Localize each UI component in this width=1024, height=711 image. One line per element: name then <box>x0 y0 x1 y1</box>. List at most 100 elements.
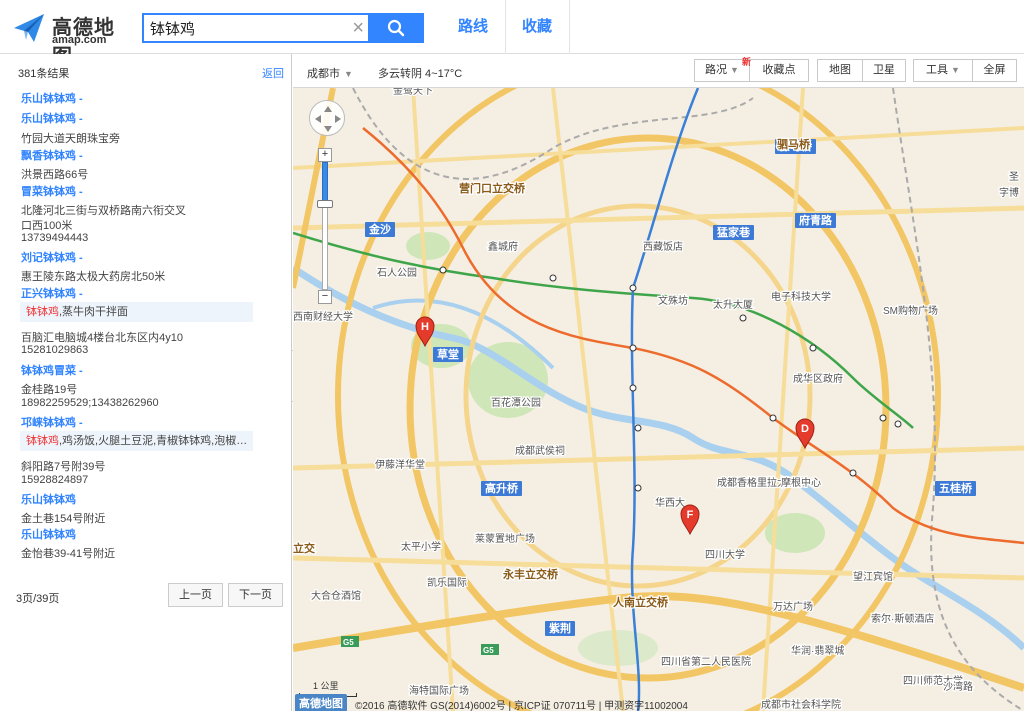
nav-route-link[interactable]: 路线 <box>458 0 488 54</box>
road-label[interactable]: 立交 <box>293 540 316 557</box>
poi-label[interactable]: 太升大厦 <box>712 297 755 313</box>
zoom-in-button[interactable]: + <box>318 148 332 162</box>
prev-page-button[interactable]: 上一页 <box>168 583 223 607</box>
result-tags: 钵钵鸡,蒸牛肉干拌面 <box>20 302 253 322</box>
zoom-out-button[interactable]: − <box>318 290 332 304</box>
metro-station[interactable] <box>629 384 637 392</box>
park-area <box>406 232 450 260</box>
result-title-link[interactable]: 乐山钵钵鸡 <box>21 491 76 507</box>
road-label[interactable]: 人南立交桥 <box>612 594 670 611</box>
district-label[interactable]: 府青路 <box>799 213 833 227</box>
district-label[interactable]: 高升桥 <box>485 481 519 495</box>
city-selector[interactable]: 成都市 ▼ <box>307 65 353 81</box>
poi-label[interactable]: 电子科技大学 <box>770 289 833 305</box>
pan-control[interactable] <box>309 100 345 136</box>
marker-letter: D <box>801 423 809 435</box>
result-title-link[interactable]: 乐山钵钵鸡 <box>21 526 76 542</box>
zoom-slider-handle[interactable] <box>317 200 333 208</box>
metro-station[interactable] <box>634 424 642 432</box>
district-label[interactable]: 猛家巷 <box>716 225 751 239</box>
district-label[interactable]: 五桂桥 <box>939 481 973 495</box>
poi-label[interactable]: 伊藤洋华堂 <box>374 457 427 473</box>
fullscreen-button[interactable]: 全屏 <box>972 59 1017 82</box>
metro-station[interactable] <box>769 414 777 422</box>
map-toolbar: 成都市 ▼ 多云转阴 4~17°C 路况 ▼ 新 收藏点 地图 卫星 工具 ▼ 全屏 <box>293 54 1024 88</box>
result-title-link[interactable]: 乐山钵钵鸡 - <box>21 90 83 106</box>
road-label[interactable]: 营门口立交桥 <box>458 180 527 197</box>
search-input[interactable] <box>144 15 368 41</box>
clear-search-icon[interactable]: × <box>352 17 364 39</box>
district-label[interactable]: 金沙 <box>368 222 391 236</box>
copyright-text: ©2016 高德软件 GS(2014)6002号 | 京ICP证 070711号… <box>355 701 688 711</box>
weather-info: 多云转阴 4~17°C <box>378 68 463 80</box>
result-title-link[interactable]: 邛崃钵钵鸡 - <box>21 414 83 430</box>
results-header: 381条结果 返回 <box>0 54 291 88</box>
poi-label[interactable]: 鑫城府 <box>487 239 520 255</box>
result-title-link[interactable]: 钵钵鸡冒菜 - <box>21 362 83 378</box>
result-title-link[interactable]: 飘香钵钵鸡 - <box>21 147 83 163</box>
poi-label[interactable]: 字博 <box>998 185 1021 201</box>
poi-label[interactable]: 凯乐国际 <box>426 575 469 591</box>
poi-label[interactable]: 四川大学 <box>704 547 747 563</box>
poi-label[interactable]: 石人公园 <box>376 266 419 281</box>
poi-label[interactable]: 四川省第二人民医院 <box>660 654 753 670</box>
poi-label[interactable]: 望江宾馆 <box>852 569 895 585</box>
poi-label[interactable]: 华润·翡翠城 <box>790 643 846 659</box>
marker-letter: F <box>687 509 694 521</box>
poi-label[interactable]: 金鹭天下 <box>392 88 435 98</box>
poi-label[interactable]: 摩根中心 <box>780 475 823 491</box>
metro-station[interactable] <box>634 484 642 492</box>
poi-label[interactable]: 百花潭公园 <box>490 395 543 411</box>
poi-label[interactable]: 太平小学 <box>400 539 443 555</box>
metro-station[interactable] <box>549 274 557 282</box>
road-label[interactable]: 永丰立交桥 <box>501 566 560 583</box>
page-info: 3页/39页 <box>16 593 60 605</box>
next-page-button[interactable]: 下一页 <box>228 583 283 607</box>
poi-label[interactable]: 成都武侯祠 <box>514 443 567 459</box>
metro-station[interactable] <box>809 344 817 352</box>
poi-label[interactable]: SM购物广场 <box>882 303 940 319</box>
map-canvas[interactable]: 金沙草堂高升桥紫荆骡马桥府青路猛家巷五桂桥营门口立交桥永丰立交桥人南立交桥蜀天立… <box>293 88 1024 711</box>
poi-label[interactable]: 圣 <box>1008 170 1021 185</box>
poi-label[interactable]: 文殊坊 <box>657 293 690 309</box>
poi-label[interactable]: 万达广场 <box>772 599 815 615</box>
metro-station[interactable] <box>439 266 447 274</box>
result-title-link[interactable]: 乐山钵钵鸡 - <box>21 110 83 126</box>
amap-logo[interactable]: 高德地图 amap.com <box>12 10 132 68</box>
map-area[interactable]: 成都市 ▼ 多云转阴 4~17°C 路况 ▼ 新 收藏点 地图 卫星 工具 ▼ 全屏 <box>293 54 1024 711</box>
poi-label[interactable]: 西南财经大学 <box>293 309 354 325</box>
metro-station[interactable] <box>849 469 857 477</box>
result-detail-text: 15928824897 <box>21 474 89 486</box>
result-title-link[interactable]: 刘记钵钵鸡 - <box>21 249 83 265</box>
poi-label[interactable]: 成华区政府 <box>792 371 845 387</box>
map-view-button[interactable]: 地图 <box>817 59 863 82</box>
poi-label[interactable]: 莱蒙置地广场 <box>474 531 537 547</box>
district-label[interactable]: 草堂 <box>437 347 459 361</box>
paper-plane-logo-icon <box>14 14 44 42</box>
metro-station[interactable] <box>879 414 887 422</box>
app: 高德地图 amap.com × 路线 收藏 381条结果 返回 乐山钵钵鸡 - 乐… <box>0 0 1024 711</box>
metro-station[interactable] <box>629 344 637 352</box>
poi-label[interactable]: 西藏饭店 <box>642 239 685 255</box>
poi-label[interactable]: 沙湾路 <box>942 679 975 695</box>
search-button[interactable] <box>368 13 424 43</box>
poi-label[interactable]: 索尔·斯顿酒店 <box>870 611 936 627</box>
metro-station[interactable] <box>739 314 747 322</box>
result-title-link[interactable]: 冒菜钵钵鸡 - <box>21 183 83 199</box>
nav-divider <box>505 0 506 54</box>
satellite-view-button[interactable]: 卫星 <box>862 59 906 82</box>
poi-label[interactable]: 华西大 <box>654 495 687 511</box>
nav-favorites-link[interactable]: 收藏 <box>522 0 552 54</box>
chevron-down-icon: ▼ <box>344 69 353 79</box>
back-link[interactable]: 返回 <box>262 65 284 81</box>
metro-station[interactable] <box>629 284 637 292</box>
compass-icon <box>315 106 341 132</box>
metro-station[interactable] <box>894 420 902 428</box>
road-label[interactable]: 驷马桥 <box>776 136 812 153</box>
poi-label[interactable]: 大合仓酒馆 <box>310 588 363 604</box>
district-label[interactable]: 紫荆 <box>549 621 571 635</box>
tools-button[interactable]: 工具 ▼ <box>913 59 973 82</box>
result-title-link[interactable]: 正兴钵钵鸡 - <box>21 285 83 301</box>
favorites-point-button[interactable]: 收藏点 <box>749 59 809 82</box>
footer-logo: 高德地图 <box>295 694 347 711</box>
